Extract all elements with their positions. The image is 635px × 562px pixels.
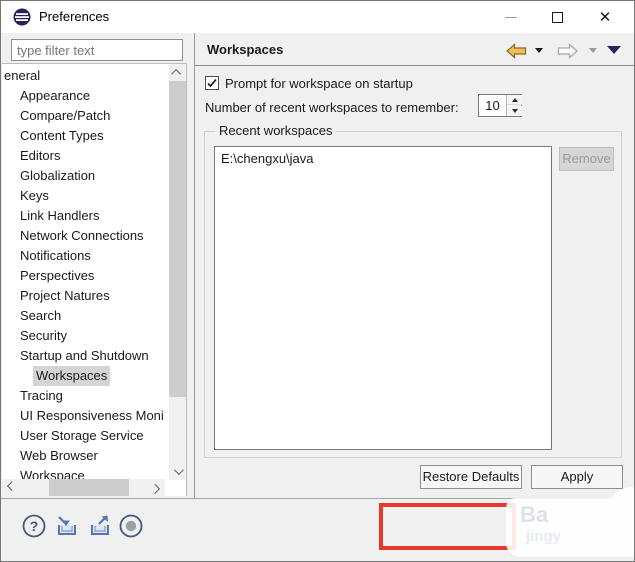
prompt-for-workspace-checkbox[interactable]	[205, 76, 219, 90]
prompt-checkbox-label: Prompt for workspace on startup	[225, 76, 413, 91]
preferences-dialog: Preferences ✕ eneral Appearance Compare/…	[0, 0, 635, 562]
tree-item-keys[interactable]: Keys	[2, 186, 169, 206]
restore-defaults-button[interactable]: Restore Defaults	[420, 465, 522, 489]
tree-item-workspaces-selected[interactable]: Workspaces	[2, 366, 169, 386]
tree-item-user-storage-service[interactable]: User Storage Service	[2, 426, 169, 446]
recent-count-spinner[interactable]: 10	[478, 94, 522, 117]
tree-item-globalization[interactable]: Globalization	[2, 166, 169, 186]
tree-item-editors[interactable]: Editors	[2, 146, 169, 166]
view-menu-icon[interactable]	[607, 46, 621, 54]
tree-item-ui-responsiveness[interactable]: UI Responsiveness Moni	[2, 406, 169, 426]
tree-item-link-handlers[interactable]: Link Handlers	[2, 206, 169, 226]
tree-item-web-browser[interactable]: Web Browser	[2, 446, 169, 466]
remove-button[interactable]: Remove	[559, 147, 614, 171]
workspace-list-item[interactable]: E:\chengxu\java	[215, 147, 551, 166]
filter-input[interactable]	[11, 39, 183, 61]
eclipse-logo-icon	[13, 8, 31, 26]
tree-item-perspectives[interactable]: Perspectives	[2, 266, 169, 286]
help-icon[interactable]: ?	[21, 513, 47, 539]
record-preferences-icon[interactable]	[118, 513, 144, 539]
back-arrow-icon[interactable]	[505, 43, 527, 59]
tree-item-project-natures[interactable]: Project Natures	[2, 286, 169, 306]
page-title: Workspaces	[207, 42, 284, 57]
close-button[interactable]: ✕	[583, 1, 627, 33]
spinner-up-button[interactable]	[507, 95, 522, 105]
sidebar-separator	[194, 33, 195, 498]
header-separator	[195, 65, 634, 66]
preferences-tree: eneral Appearance Compare/Patch Content …	[2, 63, 187, 496]
tree-item-content-types[interactable]: Content Types	[2, 126, 169, 146]
forward-history-dropdown-icon[interactable]	[589, 48, 597, 53]
maximize-button[interactable]	[535, 1, 579, 33]
export-preferences-icon[interactable]	[87, 513, 113, 539]
scroll-right-button[interactable]	[148, 479, 165, 496]
tree-item-search[interactable]: Search	[2, 306, 169, 326]
apply-button[interactable]: Apply	[531, 465, 623, 489]
footer-bar: ? Apply and Close	[1, 498, 634, 561]
tree-item-tracing[interactable]: Tracing	[2, 386, 169, 406]
back-history-dropdown-icon[interactable]	[535, 48, 543, 53]
forward-arrow-icon[interactable]	[557, 43, 579, 59]
import-preferences-icon[interactable]	[54, 513, 80, 539]
horizontal-scroll-thumb[interactable]	[49, 479, 129, 496]
tree-horizontal-scrollbar[interactable]	[2, 479, 165, 496]
group-title: Recent workspaces	[215, 123, 337, 138]
minimize-button[interactable]	[489, 1, 533, 33]
tree-item-appearance[interactable]: Appearance	[2, 86, 169, 106]
checkmark-icon	[207, 78, 217, 88]
titlebar: Preferences ✕	[1, 1, 634, 33]
spinner-down-button[interactable]	[507, 106, 522, 116]
tree-item-network-connections[interactable]: Network Connections	[2, 226, 169, 246]
vertical-scroll-thumb[interactable]	[169, 81, 186, 397]
recent-workspaces-group: Recent workspaces E:\chengxu\java Remove	[204, 123, 622, 458]
tree-item-security[interactable]: Security	[2, 326, 169, 346]
window-title: Preferences	[39, 9, 110, 24]
svg-text:?: ?	[30, 518, 39, 534]
tree-item-startup-and-shutdown[interactable]: Startup and Shutdown	[2, 346, 169, 366]
tree-item-general[interactable]: eneral	[2, 66, 169, 86]
tree-item-compare-patch[interactable]: Compare/Patch	[2, 106, 169, 126]
recent-count-value[interactable]: 10	[479, 95, 506, 116]
scroll-up-button[interactable]	[169, 64, 186, 81]
workspace-list[interactable]: E:\chengxu\java	[214, 146, 552, 450]
scroll-left-button[interactable]	[2, 479, 19, 496]
tree-vertical-scrollbar[interactable]	[169, 64, 186, 480]
tree-item-notifications[interactable]: Notifications	[2, 246, 169, 266]
recent-count-label: Number of recent workspaces to remember:	[205, 100, 459, 115]
scroll-down-button[interactable]	[169, 463, 186, 480]
